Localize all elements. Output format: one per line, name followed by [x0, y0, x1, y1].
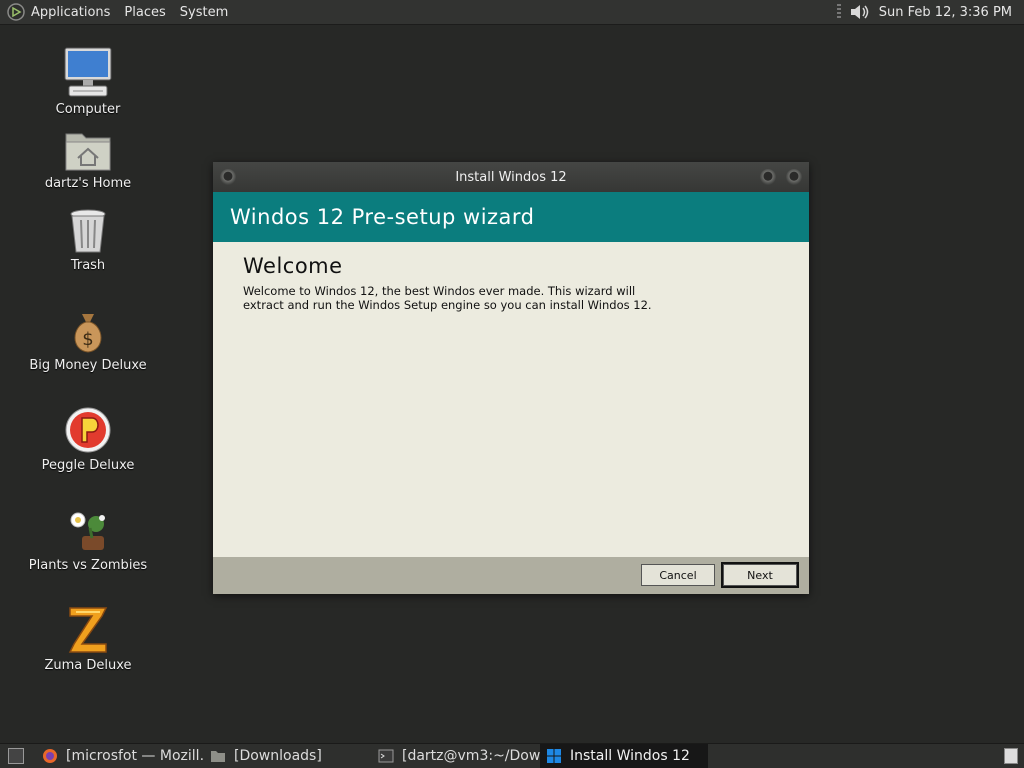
desktop-icon-pvz[interactable]: Plants vs Zombies — [28, 506, 148, 573]
task-label: [dartz@vm3:~/Dow… — [402, 748, 540, 764]
window-title: Install Windos 12 — [455, 169, 567, 185]
desktop-icon-home[interactable]: dartz's Home — [28, 128, 148, 191]
desktop-icon-label: Computer — [55, 102, 121, 117]
clock[interactable]: Sun Feb 12, 3:36 PM — [879, 5, 1012, 20]
desktop-icon-label: Big Money Deluxe — [29, 358, 147, 373]
menu-places[interactable]: Places — [124, 5, 165, 20]
money-bag-icon: $ — [74, 314, 102, 353]
plants-vs-zombies-icon — [70, 512, 105, 550]
panel-tray: Sun Feb 12, 3:36 PM — [836, 2, 1024, 22]
installer-window: Install Windos 12 Windos 12 Pre-setup wi… — [213, 162, 809, 594]
menu-applications[interactable]: Applications — [31, 5, 110, 20]
firefox-icon — [43, 749, 57, 763]
task-install-windos[interactable]: Install Windos 12 — [540, 744, 708, 768]
main-menu-icon[interactable] — [7, 3, 25, 21]
desktop-icon-label: dartz's Home — [44, 176, 132, 191]
desktop-icon-big-money[interactable]: $ Big Money Deluxe — [28, 310, 148, 373]
cancel-button[interactable]: Cancel — [641, 564, 715, 586]
task-terminal[interactable]: [dartz@vm3:~/Dow… — [372, 744, 540, 768]
menu-system[interactable]: System — [180, 5, 228, 20]
windows-icon — [547, 749, 561, 763]
show-desktop-icon[interactable] — [8, 748, 24, 764]
minimize-icon[interactable] — [760, 169, 776, 185]
task-downloads[interactable]: [Downloads] — [204, 744, 372, 768]
workspace-switcher[interactable] — [1004, 748, 1018, 764]
desktop-icon-trash[interactable]: Trash — [28, 208, 148, 273]
peggle-icon — [65, 407, 111, 453]
desktop-icon-label: Trash — [70, 258, 106, 273]
window-menu-icon[interactable] — [220, 169, 236, 185]
next-button[interactable]: Next — [721, 562, 799, 588]
task-firefox[interactable]: [microsfot — Mozill… — [36, 744, 204, 768]
folder-icon — [211, 751, 225, 762]
terminal-icon — [378, 749, 394, 763]
zuma-icon — [68, 607, 108, 653]
computer-icon — [64, 47, 112, 97]
panel-grip[interactable] — [836, 4, 841, 20]
task-label: [Downloads] — [234, 748, 322, 764]
home-folder-icon — [65, 133, 111, 171]
close-icon[interactable] — [786, 169, 802, 185]
wizard-header: Windos 12 Pre-setup wizard — [213, 192, 809, 242]
wizard-body: Welcome Welcome to Windos 12, the best W… — [213, 242, 809, 557]
task-label: Install Windos 12 — [570, 748, 690, 764]
window-titlebar[interactable]: Install Windos 12 — [213, 162, 809, 192]
desktop-icon-computer[interactable]: Computer — [28, 46, 148, 117]
wizard-description: Welcome to Windos 12, the best Windos ev… — [243, 284, 652, 312]
desktop-icon-label: Peggle Deluxe — [41, 458, 135, 473]
wizard-heading: Welcome — [243, 254, 343, 278]
desktop-icon-label: Plants vs Zombies — [28, 558, 148, 573]
task-label: [microsfot — Mozill… — [66, 748, 204, 764]
volume-icon[interactable] — [849, 2, 871, 22]
top-panel: Applications Places System Sun Feb 12, 3… — [0, 0, 1024, 25]
bottom-panel: [microsfot — Mozill… [Downloads] [dartz@… — [0, 743, 1024, 768]
desktop-icon-zuma[interactable]: Zuma Deluxe — [28, 606, 148, 673]
desktop-icon-peggle[interactable]: Peggle Deluxe — [28, 406, 148, 473]
svg-text:$: $ — [82, 329, 93, 350]
desktop-icon-label: Zuma Deluxe — [44, 658, 132, 673]
wizard-footer: Cancel Next — [213, 557, 809, 594]
trash-icon — [70, 209, 106, 253]
